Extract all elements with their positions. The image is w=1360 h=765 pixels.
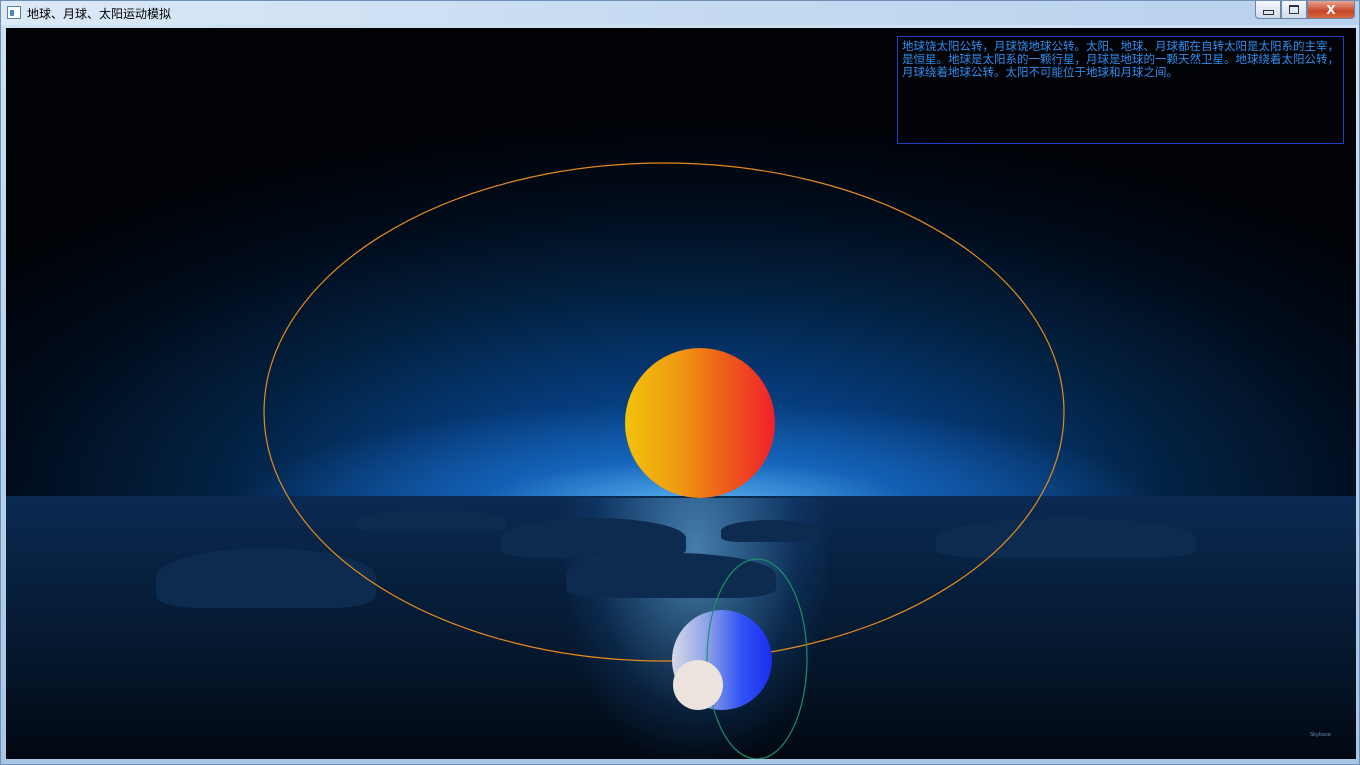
moon[interactable] <box>673 660 723 710</box>
watermark: Skybase <box>1310 732 1331 738</box>
close-icon: X <box>1326 2 1336 17</box>
minimize-button[interactable] <box>1255 1 1281 19</box>
maximize-button[interactable] <box>1281 1 1307 19</box>
window-title: 地球、月球、太阳运动模拟 <box>27 7 172 21</box>
minimize-icon <box>1262 10 1274 15</box>
maximize-icon <box>1289 5 1299 14</box>
title-bar[interactable]: 地球、月球、太阳运动模拟 X <box>1 1 1359 25</box>
simulation-canvas: 地球饶太阳公转，月球饶地球公转。太阳、地球、月球都在自转太阳是太阳系的主宰，是恒… <box>6 28 1356 759</box>
app-window: 地球、月球、太阳运动模拟 X 地球饶太阳公转，月球饶地球公转。太阳、地球、月球都… <box>0 0 1360 765</box>
window-app-icon[interactable] <box>7 6 21 19</box>
info-panel: 地球饶太阳公转，月球饶地球公转。太阳、地球、月球都在自转太阳是太阳系的主宰，是恒… <box>897 36 1344 144</box>
sun[interactable] <box>625 348 775 498</box>
close-button[interactable]: X <box>1307 1 1355 19</box>
info-text: 地球饶太阳公转，月球饶地球公转。太阳、地球、月球都在自转太阳是太阳系的主宰，是恒… <box>902 39 1339 79</box>
